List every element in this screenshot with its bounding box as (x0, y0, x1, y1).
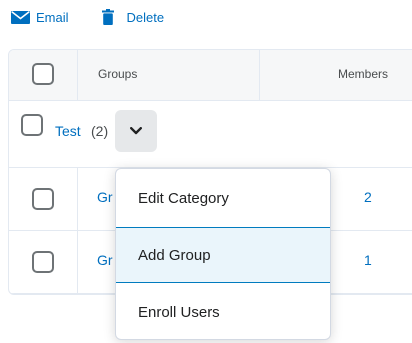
category-count: (2) (91, 123, 109, 139)
toolbar: Email Delete (10, 4, 164, 30)
category-actions-menu: Edit Category Add Group Enroll Users (115, 168, 331, 340)
chevron-down-icon (130, 122, 142, 140)
delete-button[interactable]: Delete (101, 9, 165, 25)
menu-item-edit-category[interactable]: Edit Category (116, 169, 330, 227)
menu-item-add-group[interactable]: Add Group (116, 227, 330, 283)
group-name-link[interactable]: Gr (97, 252, 113, 268)
row-checkbox[interactable] (32, 251, 54, 273)
trash-icon (101, 9, 115, 25)
select-all-checkbox[interactable] (32, 63, 54, 85)
column-divider (77, 50, 78, 100)
delete-label: Delete (126, 9, 165, 25)
member-count-link[interactable]: 1 (364, 252, 372, 268)
row-checkbox[interactable] (32, 188, 54, 210)
table-header-row: Groups Members (9, 50, 412, 101)
email-label: Email (36, 9, 69, 25)
column-divider (77, 168, 78, 294)
envelope-icon (10, 9, 30, 25)
menu-item-enroll-users[interactable]: Enroll Users (116, 283, 330, 339)
category-actions-button[interactable] (115, 110, 157, 152)
email-button[interactable]: Email (10, 9, 69, 25)
member-count-link[interactable]: 2 (364, 189, 372, 205)
category-checkbox[interactable] (21, 114, 43, 136)
column-divider (259, 50, 260, 100)
category-name-link[interactable]: Test (55, 123, 81, 139)
column-header-members[interactable]: Members (338, 67, 388, 81)
category-row: Test (2) (9, 100, 412, 168)
group-name-link[interactable]: Gr (97, 189, 113, 205)
column-header-groups: Groups (98, 67, 138, 81)
